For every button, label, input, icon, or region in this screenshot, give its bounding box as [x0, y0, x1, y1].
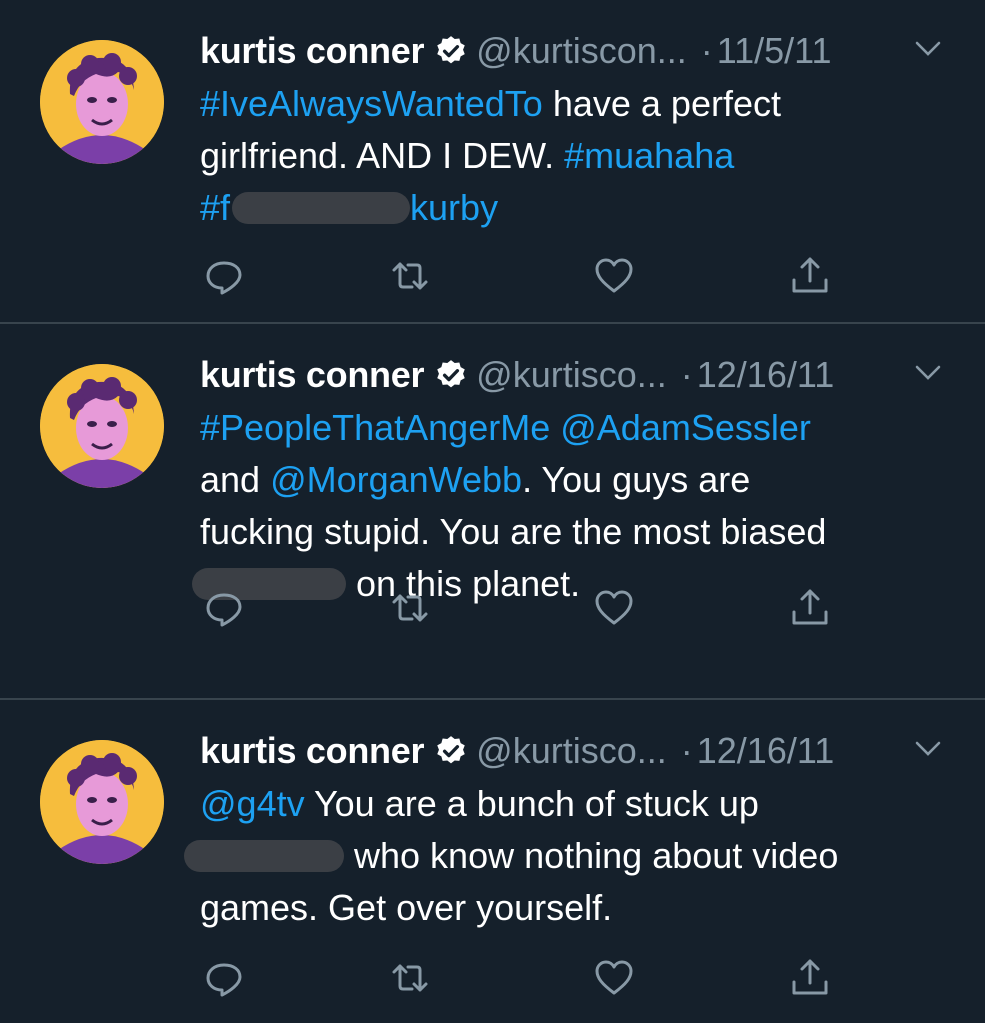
- user-handle[interactable]: @kurtisco...: [476, 730, 667, 772]
- avatar[interactable]: [40, 40, 164, 164]
- mention[interactable]: @MorganWebb: [270, 459, 522, 500]
- hashtag[interactable]: #IveAlwaysWantedTo: [200, 83, 543, 124]
- redaction-bar: [232, 192, 411, 225]
- tweet-header: kurtis conner @kurtisco... · 12/16/11: [200, 726, 960, 776]
- share-button[interactable]: [788, 586, 832, 630]
- reply-button[interactable]: [202, 956, 246, 1000]
- tweet-date[interactable]: 12/16/11: [697, 730, 834, 772]
- hashtag[interactable]: #f: [200, 187, 230, 228]
- hashtag[interactable]: #PeopleThatAngerMe: [200, 407, 550, 448]
- display-name[interactable]: kurtis conner: [200, 730, 424, 772]
- display-name[interactable]: kurtis conner: [200, 30, 424, 72]
- hashtag[interactable]: kurby: [410, 187, 498, 228]
- tweet-date[interactable]: 11/5/11: [717, 30, 832, 72]
- share-icon: [792, 589, 828, 625]
- tweet-text: #PeopleThatAngerMe @AdamSessler and @Mor…: [192, 402, 940, 610]
- like-button[interactable]: [592, 254, 636, 298]
- reply-button[interactable]: [202, 254, 246, 298]
- retweet-icon: [392, 594, 428, 622]
- reply-icon: [206, 593, 242, 627]
- tweet-text: #IveAlwaysWantedTo have a perfect girlfr…: [200, 83, 781, 228]
- heart-icon: [595, 960, 633, 995]
- chevron-down-icon[interactable]: [914, 738, 942, 760]
- reply-icon: [206, 261, 242, 295]
- tweet-actions: [200, 586, 840, 630]
- heart-icon: [595, 590, 633, 625]
- user-handle[interactable]: @kurtiscon...: [476, 30, 687, 72]
- mention[interactable]: @g4tv: [200, 783, 305, 824]
- hashtag[interactable]: #muahaha: [564, 135, 734, 176]
- tweet-header: kurtis conner @kurtisco... · 12/16/11: [200, 350, 960, 400]
- tweet[interactable]: kurtis conner @kurtisco... · 12/16/11 #P…: [0, 324, 985, 700]
- like-button[interactable]: [592, 956, 636, 1000]
- redaction-bar: [184, 840, 344, 873]
- avatar[interactable]: [40, 364, 164, 488]
- tweet-text: @g4tv You are a bunch of stuck up who kn…: [184, 778, 940, 934]
- share-button[interactable]: [788, 254, 832, 298]
- tweet-actions: [200, 956, 840, 1000]
- separator-dot: ·: [680, 354, 693, 395]
- avatar[interactable]: [40, 740, 164, 864]
- verified-badge-icon: [437, 360, 465, 388]
- reply-icon: [206, 963, 242, 997]
- retweet-button[interactable]: [388, 254, 432, 298]
- like-button[interactable]: [592, 586, 636, 630]
- user-handle[interactable]: @kurtisco...: [476, 354, 667, 396]
- retweet-icon: [392, 964, 428, 992]
- reply-button[interactable]: [202, 586, 246, 630]
- share-icon: [792, 257, 828, 293]
- mention[interactable]: @AdamSessler: [560, 407, 811, 448]
- retweet-icon: [392, 262, 428, 290]
- share-icon: [792, 959, 828, 995]
- separator-dot: ·: [680, 730, 693, 771]
- tweet-actions: [200, 254, 840, 298]
- tweet[interactable]: kurtis conner @kurtiscon... · 11/5/11 #I…: [0, 0, 985, 324]
- chevron-down-icon[interactable]: [914, 38, 942, 60]
- display-name[interactable]: kurtis conner: [200, 354, 424, 396]
- heart-icon: [595, 258, 633, 293]
- retweet-button[interactable]: [388, 956, 432, 1000]
- retweet-button[interactable]: [388, 586, 432, 630]
- tweet-date[interactable]: 12/16/11: [697, 354, 834, 396]
- share-button[interactable]: [788, 956, 832, 1000]
- verified-badge-icon: [437, 736, 465, 764]
- separator-dot: ·: [700, 30, 713, 71]
- tweet[interactable]: kurtis conner @kurtisco... · 12/16/11 @g…: [0, 700, 985, 1023]
- tweet-header: kurtis conner @kurtiscon... · 11/5/11: [200, 26, 960, 76]
- verified-badge-icon: [437, 36, 465, 64]
- chevron-down-icon[interactable]: [914, 362, 942, 384]
